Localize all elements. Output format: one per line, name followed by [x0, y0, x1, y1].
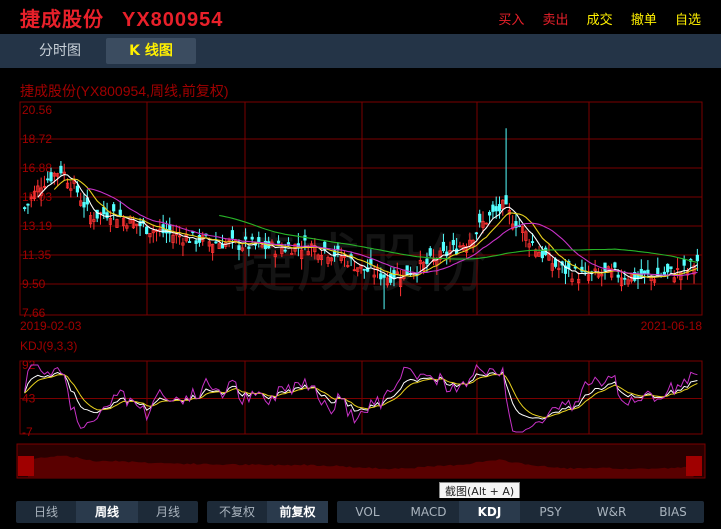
- candle-body: [405, 265, 409, 275]
- candle-body: [491, 204, 495, 212]
- candle-body: [105, 212, 109, 219]
- candle-body: [230, 230, 234, 239]
- stock-code: YX800954: [122, 9, 224, 31]
- bottom-toolbar: 日线 周线 月线 不复权 前复权 VOL MACD KDJ PSY W&R BI…: [0, 498, 721, 529]
- stock-name: 捷成股份: [20, 7, 104, 31]
- price-axis-label: 18.72: [22, 132, 52, 146]
- candle-body: [616, 274, 620, 278]
- kdj-panel-frame: [19, 360, 703, 435]
- indicator-macd-button[interactable]: MACD: [398, 501, 459, 523]
- candle-body: [623, 277, 627, 280]
- kline-chart[interactable]: 捷成股份(YX800954,周线,前复权)捷成股份20.5618.7216.88…: [0, 68, 721, 498]
- period-selector: 日线 周线 月线: [16, 501, 198, 523]
- candle-body: [49, 172, 53, 182]
- candle-body: [428, 248, 432, 256]
- candle-body: [336, 245, 340, 250]
- indicator-psy-button[interactable]: PSY: [520, 501, 581, 523]
- candle-body: [441, 241, 446, 252]
- candle-body: [478, 213, 482, 223]
- candle-body: [669, 266, 673, 269]
- candle-body: [75, 185, 80, 193]
- candle-body: [145, 226, 149, 235]
- forward-adjust-button[interactable]: 前复权: [267, 501, 328, 523]
- candle-body: [26, 203, 30, 206]
- period-daily-button[interactable]: 日线: [16, 501, 76, 523]
- sell-button[interactable]: 卖出: [543, 13, 569, 28]
- candle-body: [276, 240, 281, 244]
- candle-body: [389, 273, 393, 283]
- adjust-selector: 不复权 前复权: [207, 501, 328, 523]
- candle-body: [497, 204, 502, 212]
- candle-body: [118, 209, 122, 217]
- scroll-handle-right: [686, 456, 702, 476]
- buy-button[interactable]: 买入: [498, 13, 524, 28]
- candle-body: [283, 249, 287, 252]
- price-axis-label: 9.50: [22, 277, 46, 291]
- period-end-label: 2021-06-18: [641, 319, 703, 333]
- chart-title: 捷成股份(YX800954,周线,前复权): [20, 83, 229, 99]
- tab-timeshare[interactable]: 分时图: [18, 38, 102, 64]
- indicator-selector: VOL MACD KDJ PSY W&R BIAS: [337, 501, 704, 523]
- candle-body: [23, 207, 27, 210]
- candle-body: [425, 258, 429, 264]
- candle-body: [194, 240, 198, 244]
- candle-body: [682, 259, 686, 266]
- kdj-axis-label: -7: [22, 425, 33, 439]
- candle-body: [247, 246, 251, 249]
- candle-body: [451, 239, 455, 246]
- price-axis-label: 20.56: [22, 103, 52, 117]
- indicator-bias-button[interactable]: BIAS: [642, 501, 704, 523]
- tab-kline[interactable]: K 线图: [106, 38, 196, 64]
- candle-body: [46, 178, 50, 181]
- kdj-label: KDJ(9,3,3): [20, 339, 77, 353]
- chart-tab-bar: 分时图 K 线图: [0, 34, 721, 68]
- watchlist-button[interactable]: 自选: [675, 13, 701, 28]
- period-monthly-button[interactable]: 月线: [138, 501, 198, 523]
- chart-watermark: 捷成股份: [232, 228, 488, 300]
- candle-body: [237, 245, 241, 250]
- candle-body: [59, 165, 63, 174]
- candle-body: [362, 268, 366, 271]
- deals-button[interactable]: 成交: [587, 13, 613, 28]
- candle-body: [102, 207, 106, 215]
- candle-body: [530, 241, 535, 243]
- top-bar: 捷成股份 YX800954 买入 卖出 成交 撤单 自选: [0, 0, 721, 34]
- kline-chart-area[interactable]: 捷成股份(YX800954,周线,前复权) 捷成股份 20.56 18.72 16.88…: [0, 68, 721, 498]
- indicator-wr-button[interactable]: W&R: [581, 501, 642, 523]
- price-axis-label: 11.35: [22, 248, 51, 262]
- candle-body: [379, 273, 383, 280]
- scroll-handle-left: [18, 456, 34, 476]
- period-weekly-button[interactable]: 周线: [76, 501, 138, 523]
- candle-body: [666, 263, 670, 273]
- candle-body: [504, 195, 508, 205]
- candle-body: [257, 237, 261, 243]
- indicator-vol-button[interactable]: VOL: [337, 501, 398, 523]
- trade-actions: 买入 卖出 成交 撤单 自选: [484, 9, 701, 28]
- candle-body: [540, 249, 544, 259]
- kdj-axis-label: 43: [22, 392, 36, 406]
- candle-body: [494, 206, 498, 212]
- candle-body: [474, 232, 479, 235]
- candle-body: [243, 236, 248, 240]
- candle-body: [82, 202, 86, 208]
- candle-body: [112, 204, 116, 212]
- period-start-label: 2019-02-03: [20, 319, 82, 333]
- price-axis-label: 13.19: [22, 219, 52, 233]
- price-axis-label: 7.66: [22, 306, 46, 320]
- cancel-order-button[interactable]: 撤单: [631, 13, 657, 28]
- candle-body: [250, 236, 254, 240]
- candle-body: [695, 254, 699, 262]
- candle-body: [603, 262, 607, 271]
- indicator-kdj-button[interactable]: KDJ: [459, 501, 520, 523]
- no-adjust-button[interactable]: 不复权: [207, 501, 267, 523]
- candle-body: [214, 241, 218, 244]
- candle-body: [382, 274, 386, 278]
- candle-body: [488, 211, 492, 216]
- candle-body: [613, 262, 617, 268]
- candle-body: [187, 241, 192, 243]
- stock-title: 捷成股份 YX800954: [20, 3, 223, 32]
